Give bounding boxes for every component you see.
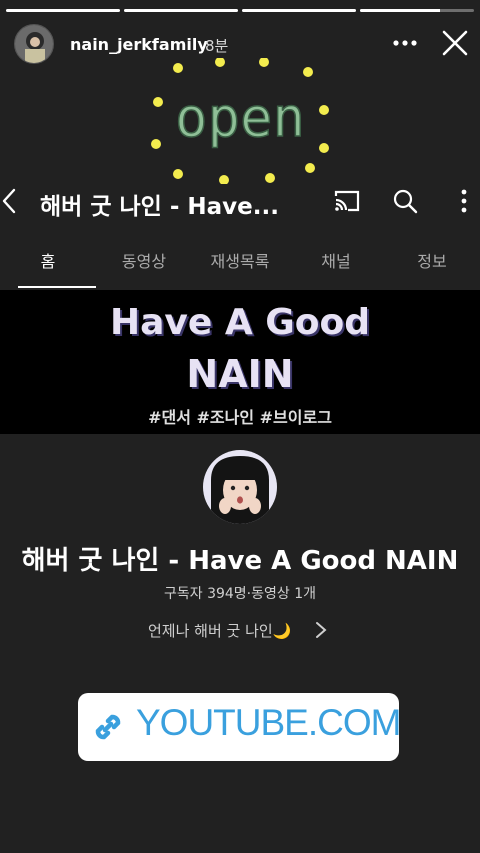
channel-name: 해버 굿 나인 - Have A Good NAIN xyxy=(21,546,459,576)
more-options-icon[interactable] xyxy=(392,30,418,56)
tab-videos[interactable]: 동영상 xyxy=(96,236,192,288)
story-username[interactable]: nain_jerkfamily xyxy=(70,35,208,54)
channel-avatar[interactable] xyxy=(203,450,277,524)
tab-channels[interactable]: 채널 xyxy=(288,236,384,288)
back-icon[interactable] xyxy=(0,186,20,216)
cast-icon[interactable] xyxy=(333,188,361,214)
kebab-menu-icon[interactable] xyxy=(456,188,472,214)
tab-playlists[interactable]: 재생목록 xyxy=(192,236,288,288)
close-icon[interactable] xyxy=(440,28,470,58)
tab-home[interactable]: 홈 xyxy=(0,236,96,288)
story-progress-bar xyxy=(6,9,474,12)
channel-tabs: 홈 동영상 재생목록 채널 정보 xyxy=(0,236,480,288)
channel-header-title: 해버 굿 나인 - Have... xyxy=(40,194,279,220)
story-avatar[interactable] xyxy=(14,24,54,64)
link-sticker-text: YOUTUBE.COM xyxy=(136,702,401,743)
channel-description[interactable]: 언제나 해버 굿 나인🌙 xyxy=(148,620,291,641)
banner-title-line1: Have A Good xyxy=(109,302,370,343)
progress-segment xyxy=(242,9,356,12)
chevron-right-icon[interactable] xyxy=(314,620,328,640)
open-sticker[interactable]: open xyxy=(148,57,332,185)
tab-about[interactable]: 정보 xyxy=(384,236,480,288)
open-sticker-text: open xyxy=(175,86,305,149)
progress-segment xyxy=(124,9,238,12)
channel-stats: 구독자 394명·동영상 1개 xyxy=(163,586,317,602)
progress-segment xyxy=(360,9,474,12)
link-icon xyxy=(90,709,126,745)
search-icon[interactable] xyxy=(392,188,418,214)
progress-segment xyxy=(6,9,120,12)
story-time-ago: 8분 xyxy=(205,37,229,55)
banner-hashtags: #댄서 #조나인 #브이로그 xyxy=(148,408,332,427)
banner-title-line2: NAIN xyxy=(186,352,294,396)
